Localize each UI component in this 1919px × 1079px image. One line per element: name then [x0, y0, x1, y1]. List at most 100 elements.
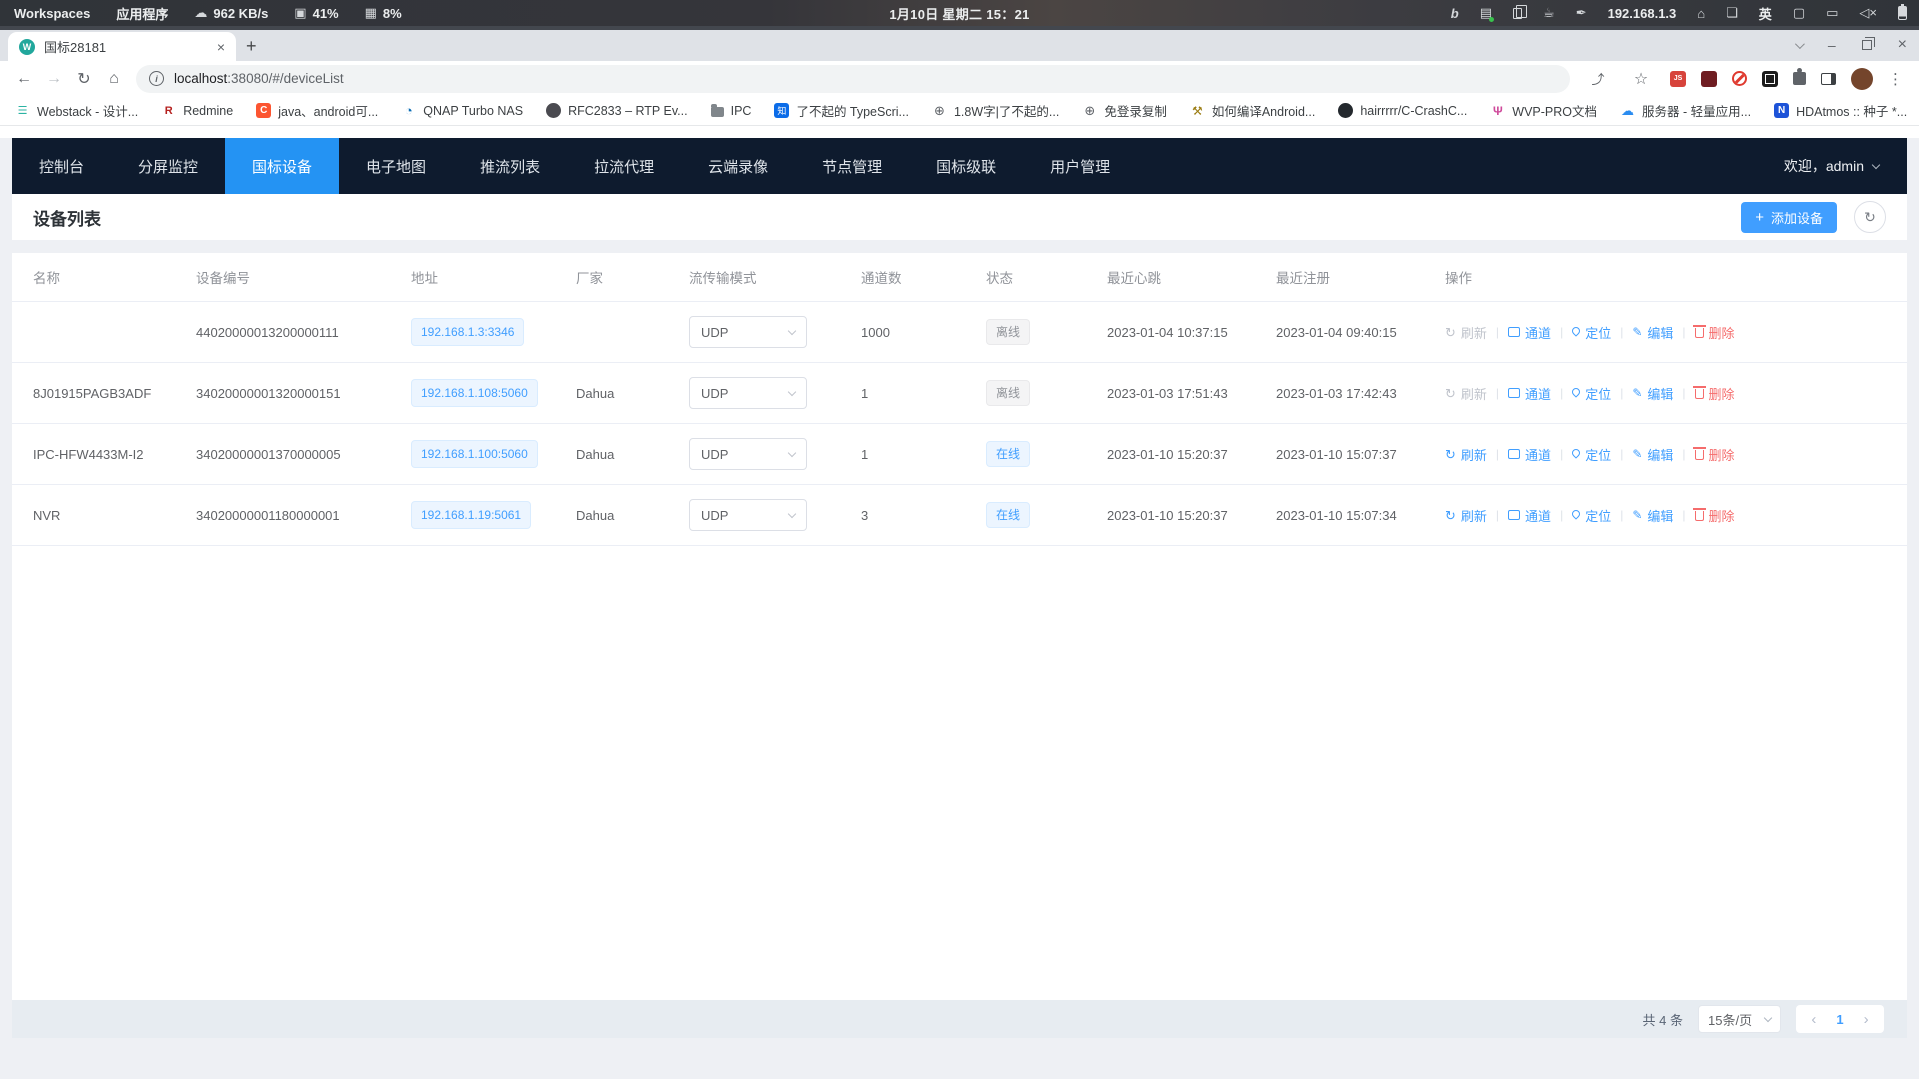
applications-menu[interactable]: 应用程序 — [116, 4, 168, 23]
browser-toolbar: ← → ↻ ⌂ i localhost:38080/#/deviceList ⤴… — [0, 61, 1919, 96]
extension-wine-icon[interactable] — [1701, 71, 1717, 87]
bookmark-article[interactable]: ⊕1.8W字|了不起的... — [932, 101, 1059, 120]
clock[interactable]: 1月10日 星期二 15：21 — [889, 4, 1029, 23]
next-page-button[interactable]: › — [1864, 1012, 1869, 1027]
status-badge: 在线 — [986, 441, 1030, 467]
clipboard-icon[interactable] — [1513, 8, 1522, 19]
bookmark-hdatmos[interactable]: NHDAtmos :: 种子 *... — [1774, 101, 1907, 120]
nav-item-gb-cascade[interactable]: 国标级联 — [909, 138, 1023, 194]
bookmark-rfc2833[interactable]: RFC2833 – RTP Ev... — [546, 103, 688, 118]
row-actions: ↻刷新 | 通道 | 定位 | ✎编辑 | 删除 — [1445, 445, 1877, 464]
address-bar[interactable]: i localhost:38080/#/deviceList — [136, 65, 1570, 93]
reload-button[interactable]: ↻ — [70, 65, 98, 93]
browser-tab[interactable]: W 国标28181 × — [8, 32, 236, 61]
nav-item-dashboard[interactable]: 控制台 — [12, 138, 111, 194]
new-tab-button[interactable]: + — [246, 36, 257, 57]
page-size-select[interactable]: 15条/页 — [1698, 1005, 1781, 1033]
bookmark-cloud-server[interactable]: ☁服务器 - 轻量应用... — [1620, 101, 1751, 120]
bookmark-wvp-pro-docs[interactable]: ΨWVP-PRO文档 — [1490, 101, 1597, 120]
add-device-button[interactable]: + 添加设备 — [1741, 202, 1837, 233]
refresh-action[interactable]: ↻刷新 — [1445, 506, 1487, 525]
tray-ip-address[interactable]: 192.168.1.3 — [1608, 6, 1677, 21]
input-method-indicator[interactable]: 英 — [1759, 4, 1772, 23]
extension-blocker-icon[interactable] — [1732, 71, 1747, 86]
delete-action[interactable]: 删除 — [1695, 445, 1735, 464]
nav-item-e-map[interactable]: 电子地图 — [339, 138, 453, 194]
extension-js-icon[interactable]: JS — [1670, 71, 1686, 87]
bookmark-copy-free[interactable]: ⊕免登录复制 — [1082, 101, 1167, 120]
browser-menu-icon[interactable]: ⋮ — [1888, 70, 1903, 88]
refresh-list-button[interactable]: ↻ — [1854, 201, 1886, 233]
bookmark-webstack[interactable]: ☰Webstack - 设计... — [15, 101, 138, 120]
cloud-download-icon: ☁ — [194, 5, 207, 21]
volume-muted-icon[interactable]: ◁× — [1859, 5, 1877, 21]
delete-action[interactable]: 删除 — [1695, 384, 1735, 403]
nav-item-pull-proxy[interactable]: 拉流代理 — [567, 138, 681, 194]
nav-item-split-monitor[interactable]: 分屏监控 — [111, 138, 225, 194]
color-picker-icon[interactable]: ✒ — [1576, 5, 1587, 21]
user-menu[interactable]: 欢迎，admin — [1784, 156, 1907, 176]
locate-action[interactable]: 定位 — [1572, 506, 1611, 525]
extensions-puzzle-icon[interactable] — [1793, 72, 1806, 85]
nav-item-cloud-record[interactable]: 云端录像 — [681, 138, 795, 194]
notes-icon[interactable]: ▤ — [1480, 5, 1492, 21]
window-stack-icon[interactable]: ❏ — [1726, 5, 1738, 21]
bookmark-csdn[interactable]: Cjava、android可... — [256, 101, 378, 120]
bookmark-qnap[interactable]: ◔QNAP Turbo NAS — [401, 103, 523, 118]
home-icon[interactable]: ⌂ — [1697, 6, 1705, 21]
sidebar-toggle-icon[interactable] — [1821, 73, 1836, 85]
window-switcher-icon[interactable]: ▢ — [1793, 5, 1805, 21]
stream-mode-select[interactable]: UDP — [689, 377, 807, 409]
close-window-button[interactable]: × — [1898, 36, 1907, 54]
battery-icon[interactable] — [1898, 6, 1907, 20]
bookmark-folder-ipc[interactable]: IPC — [711, 104, 752, 118]
edit-action[interactable]: ✎编辑 — [1632, 506, 1673, 525]
tray-app-b-icon[interactable]: b — [1451, 6, 1459, 21]
restore-window-button[interactable] — [1862, 40, 1872, 50]
last-registered: 2023-01-03 17:42:43 — [1276, 386, 1445, 401]
extension-dark-icon[interactable] — [1762, 71, 1778, 87]
edit-action[interactable]: ✎编辑 — [1632, 384, 1673, 403]
display-icon[interactable]: ▭ — [1826, 5, 1838, 21]
prev-page-button[interactable]: ‹ — [1811, 1012, 1816, 1027]
coffee-icon[interactable]: ☕ — [1543, 5, 1555, 21]
stream-mode-select[interactable]: UDP — [689, 499, 807, 531]
locate-action[interactable]: 定位 — [1572, 384, 1611, 403]
edit-action[interactable]: ✎编辑 — [1632, 445, 1673, 464]
tab-close-icon[interactable]: × — [214, 39, 228, 55]
channel-action[interactable]: 通道 — [1508, 323, 1551, 342]
profile-avatar[interactable] — [1851, 68, 1873, 90]
refresh-action[interactable]: ↻刷新 — [1445, 445, 1487, 464]
site-info-icon[interactable]: i — [149, 71, 164, 86]
forward-button[interactable]: → — [40, 65, 68, 93]
bookmark-zhihu-typescript[interactable]: 知了不起的 TypeScri... — [774, 101, 909, 120]
workspaces-button[interactable]: Workspaces — [14, 6, 90, 21]
share-icon[interactable]: ⤴ — [1584, 65, 1612, 93]
channel-action[interactable]: 通道 — [1508, 506, 1551, 525]
locate-action[interactable]: 定位 — [1572, 323, 1611, 342]
delete-action[interactable]: 删除 — [1695, 323, 1735, 342]
current-page[interactable]: 1 — [1836, 1012, 1843, 1027]
bookmark-github-crash[interactable]: hairrrrr/C-CrashC... — [1338, 103, 1467, 118]
locate-action[interactable]: 定位 — [1572, 445, 1611, 464]
delete-action[interactable]: 删除 — [1695, 506, 1735, 525]
back-button[interactable]: ← — [10, 65, 38, 93]
stream-mode-select[interactable]: UDP — [689, 316, 807, 348]
minimize-button[interactable]: – — [1828, 37, 1836, 53]
channel-action[interactable]: 通道 — [1508, 445, 1551, 464]
tab-search-chevron-icon[interactable] — [1795, 39, 1805, 49]
bookmark-redmine[interactable]: RRedmine — [161, 103, 233, 118]
location-pin-icon — [1571, 386, 1582, 397]
bookmark-star-icon[interactable]: ☆ — [1627, 65, 1655, 93]
table-row: IPC-HFW4433M-I2 34020000001370000005 192… — [12, 424, 1907, 485]
nav-item-user-manage[interactable]: 用户管理 — [1023, 138, 1137, 194]
nav-item-push-list[interactable]: 推流列表 — [453, 138, 567, 194]
bookmark-android-build[interactable]: ⚒如何编译Android... — [1190, 101, 1316, 120]
channel-action[interactable]: 通道 — [1508, 384, 1551, 403]
nav-item-gb-devices[interactable]: 国标设备 — [225, 138, 339, 194]
status-badge: 在线 — [986, 502, 1030, 528]
nav-item-node-manage[interactable]: 节点管理 — [795, 138, 909, 194]
browser-home-button[interactable]: ⌂ — [100, 65, 128, 93]
edit-action[interactable]: ✎编辑 — [1632, 323, 1673, 342]
stream-mode-select[interactable]: UDP — [689, 438, 807, 470]
